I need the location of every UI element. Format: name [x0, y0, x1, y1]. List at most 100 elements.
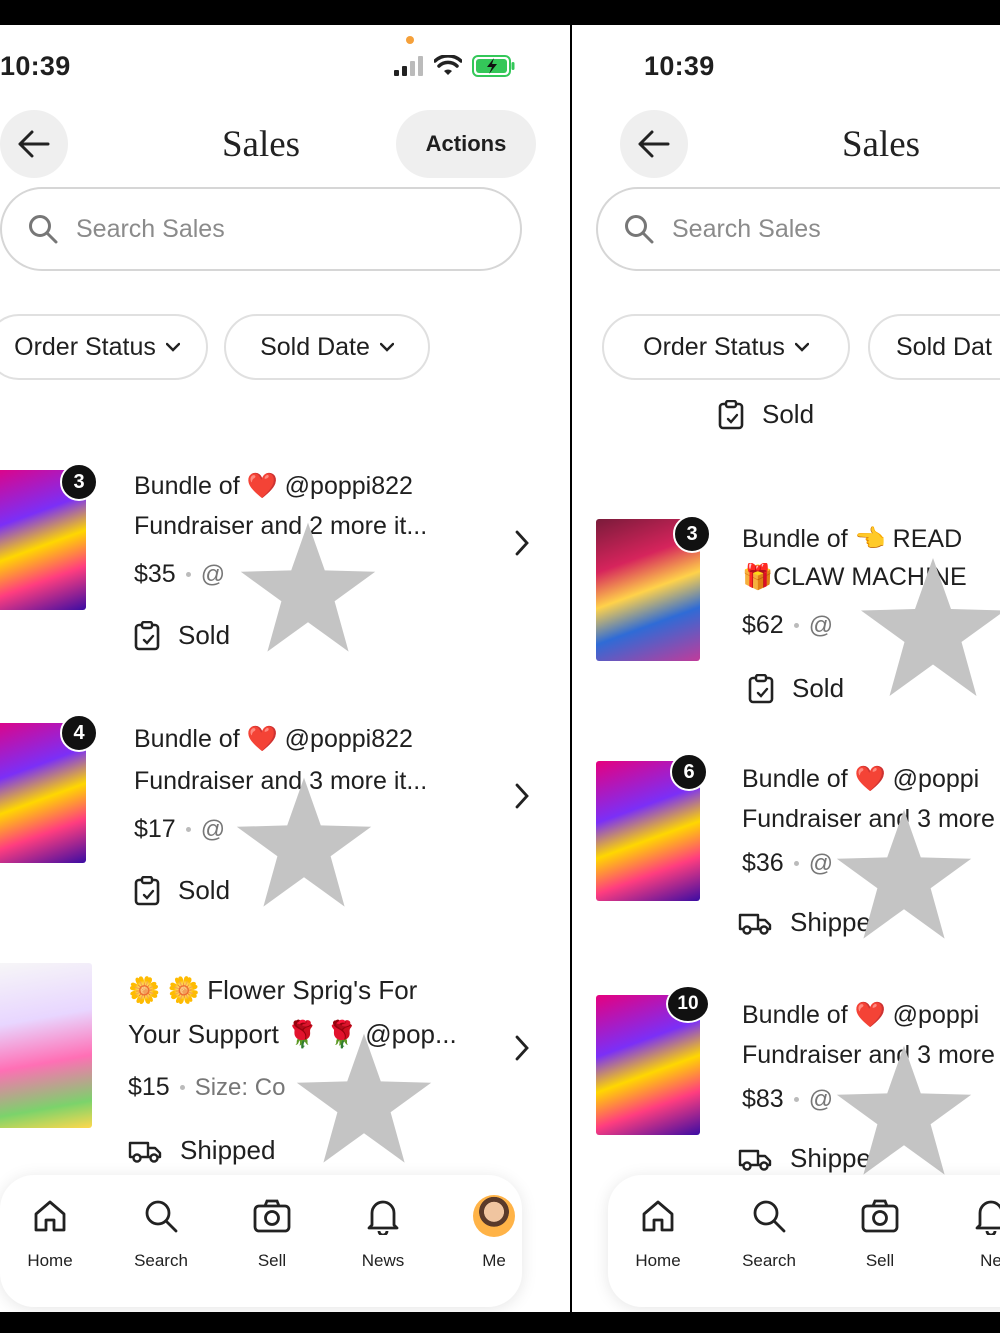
nav-home[interactable]: Home — [608, 1195, 708, 1271]
search-icon — [145, 1200, 178, 1233]
nav-sell-label: Sell — [865, 1251, 895, 1270]
star-overlay-icon — [861, 558, 1000, 696]
actions-button[interactable]: Actions — [396, 110, 536, 178]
camera-icon — [861, 1199, 899, 1233]
nav-news-label: Ne — [980, 1251, 1000, 1270]
separator-dot — [793, 623, 799, 628]
nav-me[interactable]: Me — [444, 1195, 544, 1271]
item-count-badge: 4 — [60, 714, 98, 752]
item-subtext: @ — [808, 1085, 834, 1113]
item-count-badge: 10 — [666, 985, 710, 1023]
sold-date-filter[interactable]: Sold Date — [224, 314, 430, 380]
chevron-right-icon[interactable] — [514, 1035, 530, 1061]
item-count-badge: 3 — [673, 515, 711, 553]
sale-list-item[interactable]: 🌼 🌼 Flower Sprig's For Your Support 🌹 🌹 … — [0, 955, 546, 1165]
separator-dot — [185, 827, 191, 832]
search-input[interactable]: Search Sales — [596, 187, 1000, 271]
star-overlay-icon — [296, 1033, 432, 1163]
item-count-badge: 6 — [670, 753, 708, 791]
nav-news[interactable]: News — [333, 1195, 433, 1271]
bottom-navigation: Home Search Sell News Me — [0, 1175, 522, 1307]
chevron-right-icon[interactable] — [514, 530, 530, 556]
right-phone-screen: 10:39 Sales Search Sales Order Status So… — [572, 25, 1000, 1312]
nav-search-label: Search — [134, 1251, 188, 1270]
sale-list-item[interactable]: 4 Bundle of ❤️ @poppi822 Fundraiser and … — [0, 703, 546, 907]
avatar — [473, 1195, 515, 1237]
sale-list-item[interactable]: 3 Bundle of 👈 READ 🎁CLAW MACHINE $62 @ S… — [596, 495, 1000, 703]
nav-search[interactable]: Search — [111, 1195, 211, 1271]
sold-date-filter[interactable]: Sold Dat — [868, 314, 1000, 380]
bell-icon — [975, 1200, 1000, 1235]
arrow-left-icon — [638, 130, 670, 158]
nav-search[interactable]: Search — [719, 1195, 819, 1271]
search-placeholder: Search Sales — [672, 214, 821, 243]
item-subtext: @ — [808, 849, 834, 877]
status-time: 10:39 — [644, 51, 715, 81]
nav-search-label: Search — [742, 1251, 796, 1270]
item-price: $15 — [128, 1073, 170, 1101]
dropdown-sold-label: Sold — [762, 399, 815, 429]
chevron-down-icon — [165, 342, 180, 352]
nav-home-label: Home — [27, 1251, 73, 1270]
chevron-right-icon[interactable] — [514, 783, 530, 809]
separator-dot — [179, 1085, 185, 1090]
item-status: Sold — [792, 673, 845, 703]
item-subtext: @ — [200, 815, 226, 843]
status-icons — [394, 55, 516, 77]
privacy-indicator-dot — [406, 36, 414, 44]
back-button[interactable] — [0, 110, 68, 178]
star-overlay-icon — [836, 809, 972, 939]
truck-icon — [738, 1149, 772, 1171]
truck-icon — [128, 1141, 162, 1163]
left-phone-screen: 10:39 Sales Actions Search Sales Order S… — [0, 25, 570, 1312]
search-input[interactable]: Search Sales — [0, 187, 522, 271]
truck-icon — [738, 913, 772, 935]
search-icon — [625, 215, 654, 244]
item-title-line1: Bundle of ❤️ @poppi — [742, 765, 980, 793]
sold-date-label: Sold Dat — [896, 332, 992, 361]
item-subtext: @ — [200, 560, 226, 588]
home-icon — [642, 1200, 674, 1232]
order-status-label: Order Status — [14, 332, 156, 361]
clipboard-icon — [134, 620, 160, 650]
nav-sell[interactable]: Sell — [222, 1195, 322, 1271]
clipboard-icon — [134, 875, 160, 905]
star-overlay-icon — [240, 522, 376, 652]
nav-home-label: Home — [635, 1251, 681, 1270]
sale-list-item[interactable]: 3 Bundle of ❤️ @poppi822 Fundraiser and … — [0, 450, 546, 652]
signal-icon — [394, 56, 423, 76]
sale-list-item[interactable]: 6 Bundle of ❤️ @poppi Fundraiser and 3 m… — [596, 737, 1000, 939]
sale-list-item[interactable]: 10 Bundle of ❤️ @poppi Fundraiser and 3 … — [596, 973, 1000, 1175]
back-button[interactable] — [620, 110, 688, 178]
order-status-filter[interactable]: Order Status — [0, 314, 208, 380]
item-price: $35 — [134, 560, 176, 588]
item-price: $62 — [742, 611, 784, 639]
order-status-label: Order Status — [643, 332, 785, 361]
clipboard-icon — [748, 673, 774, 703]
order-status-filter[interactable]: Order Status — [602, 314, 850, 380]
item-status: Sold — [178, 875, 231, 905]
item-title-line1: Bundle of ❤️ @poppi822 — [134, 725, 413, 753]
bell-icon — [367, 1200, 399, 1235]
camera-icon — [253, 1199, 291, 1233]
bottom-navigation: Home Search Sell Ne — [608, 1175, 1000, 1307]
item-subtext: @ — [808, 611, 834, 639]
search-placeholder: Search Sales — [76, 214, 225, 243]
clipboard-icon — [718, 399, 744, 429]
separator-dot — [185, 572, 191, 577]
nav-news[interactable]: Ne — [941, 1195, 1000, 1271]
item-subtext: Size: Co — [194, 1073, 286, 1101]
item-price: $36 — [742, 849, 784, 877]
item-title-line1: 🌼 🌼 Flower Sprig's For — [128, 975, 418, 1005]
chevron-down-icon — [379, 342, 394, 352]
item-title-line1: Bundle of 👈 READ — [742, 525, 963, 553]
wifi-icon — [434, 55, 462, 75]
arrow-left-icon — [18, 130, 50, 158]
nav-home[interactable]: Home — [0, 1195, 100, 1271]
home-icon — [34, 1200, 66, 1232]
dropdown-sold-option[interactable]: Sold — [718, 399, 814, 430]
nav-sell-label: Sell — [257, 1251, 287, 1270]
nav-sell[interactable]: Sell — [830, 1195, 930, 1271]
product-thumbnail — [0, 963, 92, 1128]
item-status: Shipped — [180, 1135, 276, 1165]
